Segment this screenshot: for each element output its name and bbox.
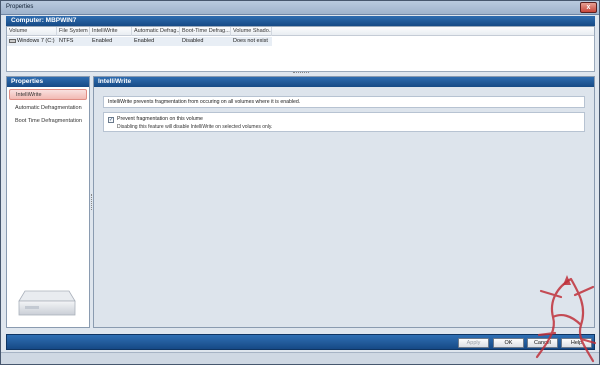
column-header-automatic-defrag[interactable]: Automatic Defrag... xyxy=(132,27,180,36)
volume-table: Volume File System IntelliWrite Automati… xyxy=(6,26,595,72)
file-system-cell: NTFS xyxy=(59,38,74,44)
horizontal-splitter[interactable] xyxy=(6,72,595,75)
status-bar xyxy=(1,352,599,364)
drive-icon xyxy=(9,38,16,43)
intelliwrite-panel: IntelliWrite IntelliWrite prevents fragm… xyxy=(93,76,595,328)
apply-button[interactable]: Apply xyxy=(458,338,489,348)
prevent-fragmentation-checkbox[interactable]: ✓ xyxy=(108,117,114,123)
title-bar[interactable]: Properties x xyxy=(1,1,599,15)
option-description: Disabling this feature will disable Inte… xyxy=(117,124,273,130)
hard-disk-icon xyxy=(18,290,76,316)
window-title: Properties xyxy=(6,4,34,10)
auto-defrag-cell: Enabled xyxy=(134,38,155,44)
close-button[interactable]: x xyxy=(580,2,597,13)
column-header-volume[interactable]: Volume xyxy=(7,27,57,36)
volume-table-header: Volume File System IntelliWrite Automati… xyxy=(7,27,594,36)
close-icon: x xyxy=(586,4,591,11)
dragon-watermark-icon xyxy=(535,275,597,363)
column-header-volume-shadow[interactable]: Volume Shado... xyxy=(231,27,272,36)
ok-button[interactable]: OK xyxy=(493,338,524,348)
volume-name: Windows 7 (C:) xyxy=(17,38,55,44)
column-header-boot-time-defrag[interactable]: Boot-Time Defrag... xyxy=(180,27,231,36)
computer-header: Computer: MBPWIN7 xyxy=(6,16,595,26)
volume-shadow-cell: Does not exist xyxy=(233,38,268,44)
column-header-intelliwrite[interactable]: IntelliWrite xyxy=(90,27,132,36)
option-group: ✓ Prevent fragmentation on this volume D… xyxy=(103,112,585,132)
nav-item-automatic-defragmentation[interactable]: Automatic Defragmentation xyxy=(7,102,89,115)
volume-cell: Windows 7 (C:) xyxy=(7,37,57,46)
column-header-file-system[interactable]: File System xyxy=(57,27,90,36)
nav-header: Properties xyxy=(7,77,89,87)
intelliwrite-cell: Enabled xyxy=(92,38,113,44)
nav-item-intelliwrite[interactable]: IntelliWrite xyxy=(9,89,87,100)
table-row[interactable]: Windows 7 (C:) NTFS Enabled Enabled Disa… xyxy=(7,37,272,46)
nav-item-boot-time-defragmentation[interactable]: Boot Time Defragmentation xyxy=(7,115,89,128)
splitter-grip-icon xyxy=(293,72,309,74)
prevent-fragmentation-label[interactable]: Prevent fragmentation on this volume xyxy=(117,116,203,122)
properties-nav: Properties IntelliWrite Automatic Defrag… xyxy=(6,76,90,328)
intro-text: IntelliWrite prevents fragmentation from… xyxy=(103,96,585,108)
splitter-grip-icon xyxy=(91,194,92,210)
boot-defrag-cell: Disabled xyxy=(182,38,204,44)
properties-window: Properties x Computer: MBPWIN7 Volume Fi… xyxy=(0,0,600,365)
button-bar: Apply OK Cancel Help xyxy=(6,334,595,350)
panel-title: IntelliWrite xyxy=(94,77,594,87)
